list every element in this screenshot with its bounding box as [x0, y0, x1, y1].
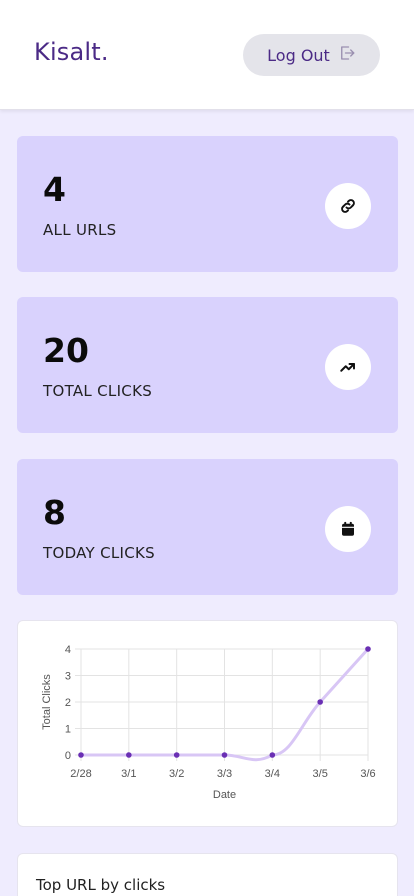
app-header: Kisalt. Log Out: [0, 0, 414, 110]
stat-value: 8: [43, 493, 66, 532]
brand-logo[interactable]: Kisalt.: [34, 38, 109, 66]
data-point: [365, 646, 371, 652]
stat-label: TODAY CLICKS: [43, 544, 155, 562]
y-tick-label: 1: [65, 724, 71, 736]
stat-label: ALL URLS: [43, 221, 117, 239]
data-point: [173, 752, 180, 758]
stat-card-total-clicks: 20 TOTAL CLICKS: [17, 297, 398, 433]
data-point: [126, 752, 132, 758]
logout-label: Log Out: [267, 45, 330, 65]
y-tick-label: 3: [65, 671, 71, 683]
y-tick-label: 4: [65, 644, 71, 656]
data-point: [317, 699, 323, 705]
x-tick-label: 3/1: [121, 768, 136, 780]
clicks-chart: 0 1 2 3 4 2/28 3/1 3/2 3/3 3/4 3/5 3/6 Total Click…: [17, 620, 398, 827]
chart-svg: 0 1 2 3 4 2/28 3/1 3/2 3/3 3/4 3/5 3/6 Total Click…: [41, 644, 376, 801]
top-urls-card: Top URL by clicks: [17, 853, 398, 896]
logout-button[interactable]: Log Out: [243, 34, 380, 76]
stat-card-today-clicks: 8 TODAY CLICKS: [17, 459, 398, 595]
data-point: [269, 752, 276, 758]
data-point: [78, 752, 84, 758]
x-tick-label: 3/2: [169, 768, 184, 780]
x-tick-label: 3/4: [265, 768, 280, 780]
link-icon: [325, 183, 371, 229]
y-tick-label: 2: [65, 697, 71, 709]
x-ticks: 2/28 3/1 3/2 3/3 3/4 3/5 3/6: [70, 768, 375, 780]
calendar-icon: [325, 506, 371, 552]
stat-label: TOTAL CLICKS: [43, 382, 153, 400]
x-tick-label: 3/3: [217, 768, 232, 780]
y-ticks: 0 1 2 3 4: [65, 644, 71, 762]
top-urls-title: Top URL by clicks: [36, 876, 166, 894]
chart-grid: [75, 648, 369, 761]
x-tick-label: 2/28: [70, 768, 91, 780]
logout-icon: [338, 44, 356, 66]
y-axis-label: Total Clicks: [41, 674, 53, 730]
x-axis-label: Date: [213, 789, 236, 801]
stat-card-all-urls: 4 ALL URLS: [17, 136, 398, 272]
x-tick-label: 3/6: [360, 768, 375, 780]
y-tick-label: 0: [65, 750, 71, 762]
stat-value: 20: [43, 331, 89, 370]
trending-up-icon: [325, 344, 371, 390]
x-tick-label: 3/5: [313, 768, 328, 780]
data-point: [221, 752, 228, 758]
stat-value: 4: [43, 170, 66, 209]
